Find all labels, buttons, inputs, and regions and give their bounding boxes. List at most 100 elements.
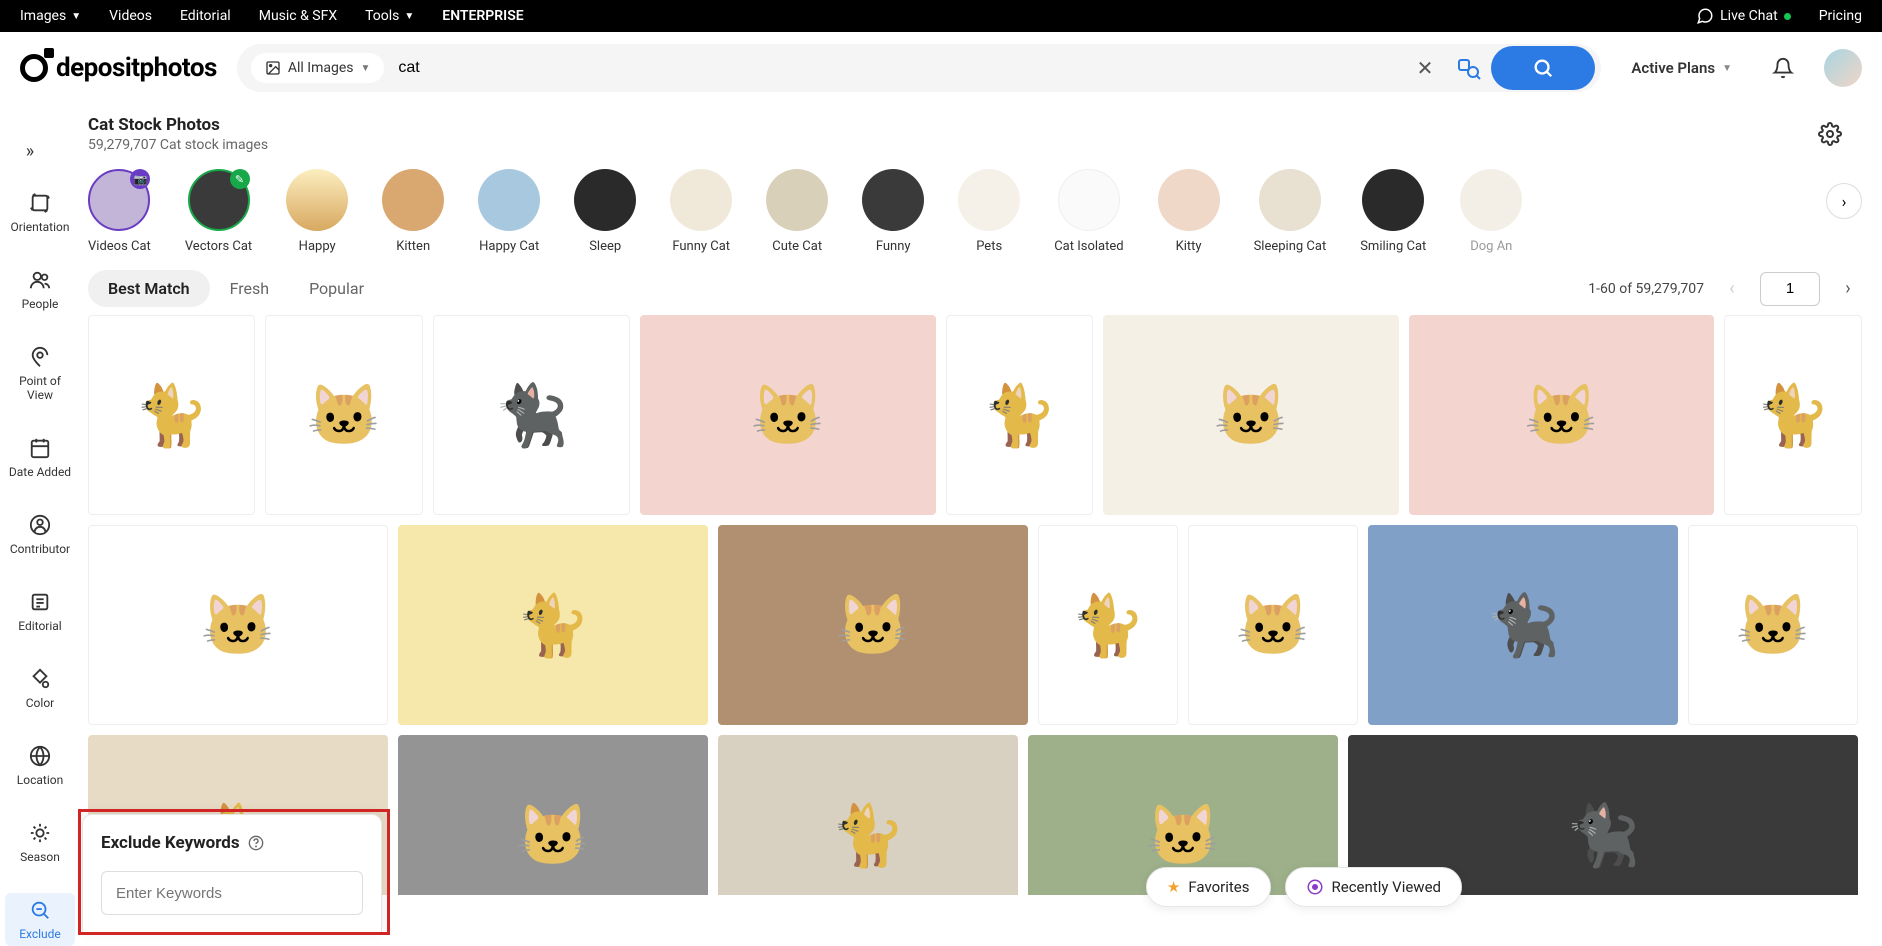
category-vectors-cat[interactable]: ✎Vectors Cat xyxy=(185,169,252,254)
categories-next-button[interactable]: › xyxy=(1826,183,1862,219)
content-area: Cat Stock Photos 59,279,707 Cat stock im… xyxy=(80,105,1882,934)
filter-sidebar: » Orientation People Point of View Date … xyxy=(0,105,80,934)
floating-actions: ★ Favorites Recently Viewed xyxy=(1146,867,1462,907)
clear-search-icon[interactable]: ✕ xyxy=(1403,56,1448,80)
category-cat-isolated[interactable]: Cat Isolated xyxy=(1054,169,1123,254)
sidebar-item-color[interactable]: Color xyxy=(5,662,75,715)
settings-icon[interactable] xyxy=(1818,122,1842,146)
nav-images[interactable]: Images▼ xyxy=(20,8,81,24)
sidebar-item-season[interactable]: Season xyxy=(5,816,75,869)
editorial-icon xyxy=(28,590,52,614)
help-icon[interactable] xyxy=(248,835,264,851)
vector-badge-icon: ✎ xyxy=(230,169,250,189)
result-thumb[interactable]: 🐱 xyxy=(88,525,388,725)
prev-page-button[interactable]: ‹ xyxy=(1718,275,1746,303)
collapse-sidebar-button[interactable]: » xyxy=(22,141,38,162)
video-badge-icon: 📷 xyxy=(130,169,150,189)
nav-enterprise[interactable]: ENTERPRISE xyxy=(442,8,523,24)
search-icon xyxy=(1532,57,1554,79)
result-thumb[interactable]: 🐱 xyxy=(1103,315,1398,515)
user-avatar[interactable] xyxy=(1824,49,1862,87)
category-funny[interactable]: Funny xyxy=(862,169,924,254)
page-title: Cat Stock Photos xyxy=(88,115,1798,135)
nav-tools[interactable]: Tools▼ xyxy=(365,8,414,24)
tab-fresh[interactable]: Fresh xyxy=(210,270,289,307)
results-grid: 🐈 🐱 🐈‍⬛ 🐱 🐈 🐱 🐱 🐈 🐱 🐈 🐱 🐈 🐱 🐈‍⬛ 🐱 🐈 xyxy=(88,315,1862,895)
recent-icon xyxy=(1306,878,1324,896)
exclude-icon xyxy=(28,898,52,922)
result-thumb[interactable]: 🐱 xyxy=(1409,315,1714,515)
sidebar-item-orientation[interactable]: Orientation xyxy=(5,186,75,239)
nav-videos[interactable]: Videos xyxy=(109,8,152,24)
result-thumb[interactable]: 🐈‍⬛ xyxy=(433,315,630,515)
category-dog-and[interactable]: Dog An xyxy=(1460,169,1522,254)
result-thumb[interactable]: 🐱 xyxy=(718,525,1028,725)
category-kitty[interactable]: Kitty xyxy=(1158,169,1220,254)
result-thumb[interactable]: 🐱 xyxy=(265,315,423,515)
category-videos-cat[interactable]: 📷Videos Cat xyxy=(88,169,151,254)
sidebar-item-people[interactable]: People xyxy=(5,263,75,316)
page-subtitle: 59,279,707 Cat stock images xyxy=(88,137,1798,153)
result-thumb[interactable]: 🐱 xyxy=(398,735,708,895)
exclude-panel-title: Exclude Keywords xyxy=(101,833,240,853)
category-happy[interactable]: Happy xyxy=(286,169,348,254)
sidebar-item-exclude[interactable]: Exclude xyxy=(5,893,75,946)
sidebar-item-location[interactable]: Location xyxy=(5,739,75,792)
category-sleep[interactable]: Sleep xyxy=(574,169,636,254)
color-icon xyxy=(28,667,52,691)
exclude-keywords-panel: Exclude Keywords xyxy=(82,814,382,934)
user-icon xyxy=(28,513,52,537)
category-chips-row: 📷Videos Cat ✎Vectors Cat Happy Kitten Ha… xyxy=(88,155,1862,264)
sidebar-item-contributor[interactable]: Contributor xyxy=(5,508,75,561)
calendar-icon xyxy=(28,436,52,460)
category-kitten[interactable]: Kitten xyxy=(382,169,444,254)
people-icon xyxy=(28,268,52,292)
image-icon xyxy=(265,60,281,76)
live-chat-link[interactable]: Live Chat xyxy=(1696,7,1791,25)
tab-best-match[interactable]: Best Match xyxy=(88,270,210,307)
chevron-down-icon: ▼ xyxy=(71,11,81,22)
logo[interactable]: depositphotos xyxy=(20,53,217,83)
category-smiling-cat[interactable]: Smiling Cat xyxy=(1360,169,1426,254)
category-pets[interactable]: Pets xyxy=(958,169,1020,254)
favorites-button[interactable]: ★ Favorites xyxy=(1146,867,1271,907)
pov-icon xyxy=(28,345,52,369)
search-input[interactable] xyxy=(384,59,1402,77)
result-thumb[interactable]: 🐱 xyxy=(1188,525,1358,725)
chat-icon xyxy=(1696,7,1714,25)
active-plans-dropdown[interactable]: Active Plans ▼ xyxy=(1621,59,1742,77)
sidebar-item-pov[interactable]: Point of View xyxy=(5,340,75,407)
result-thumb[interactable]: 🐈 xyxy=(1724,315,1862,515)
tab-popular[interactable]: Popular xyxy=(289,270,384,307)
category-cute-cat[interactable]: Cute Cat xyxy=(766,169,828,254)
result-thumb[interactable]: 🐈 xyxy=(398,525,708,725)
top-nav: Images▼ Videos Editorial Music & SFX Too… xyxy=(0,0,1882,32)
recently-viewed-button[interactable]: Recently Viewed xyxy=(1285,867,1463,907)
category-happy-cat[interactable]: Happy Cat xyxy=(478,169,540,254)
sidebar-item-editorial[interactable]: Editorial xyxy=(5,585,75,638)
category-funny-cat[interactable]: Funny Cat xyxy=(670,169,732,254)
nav-music[interactable]: Music & SFX xyxy=(259,8,337,24)
search-category-dropdown[interactable]: All Images ▼ xyxy=(251,53,385,83)
result-thumb[interactable]: 🐈 xyxy=(946,315,1094,515)
result-thumb[interactable]: 🐈 xyxy=(1038,525,1178,725)
page-input[interactable] xyxy=(1760,272,1820,306)
result-thumb[interactable]: 🐈‍⬛ xyxy=(1368,525,1678,725)
category-sleeping-cat[interactable]: Sleeping Cat xyxy=(1254,169,1327,254)
reverse-image-search-icon[interactable] xyxy=(1447,56,1491,80)
result-thumb[interactable]: 🐈 xyxy=(88,315,255,515)
next-page-button[interactable]: › xyxy=(1834,275,1862,303)
nav-editorial[interactable]: Editorial xyxy=(180,8,231,24)
sidebar-item-date[interactable]: Date Added xyxy=(5,431,75,484)
result-thumb[interactable]: 🐱 xyxy=(1688,525,1858,725)
chevron-down-icon: ▼ xyxy=(1722,63,1732,74)
result-thumb[interactable]: 🐈 xyxy=(718,735,1018,895)
orientation-icon xyxy=(28,191,52,215)
exclude-keywords-input[interactable] xyxy=(101,871,363,915)
nav-pricing[interactable]: Pricing xyxy=(1819,8,1862,24)
result-thumb[interactable]: 🐱 xyxy=(640,315,935,515)
sort-tabs-row: Best Match Fresh Popular 1-60 of 59,279,… xyxy=(88,270,1862,307)
search-button[interactable] xyxy=(1491,46,1595,90)
results-range: 1-60 of 59,279,707 xyxy=(1588,281,1704,297)
notifications-icon[interactable] xyxy=(1762,57,1804,79)
